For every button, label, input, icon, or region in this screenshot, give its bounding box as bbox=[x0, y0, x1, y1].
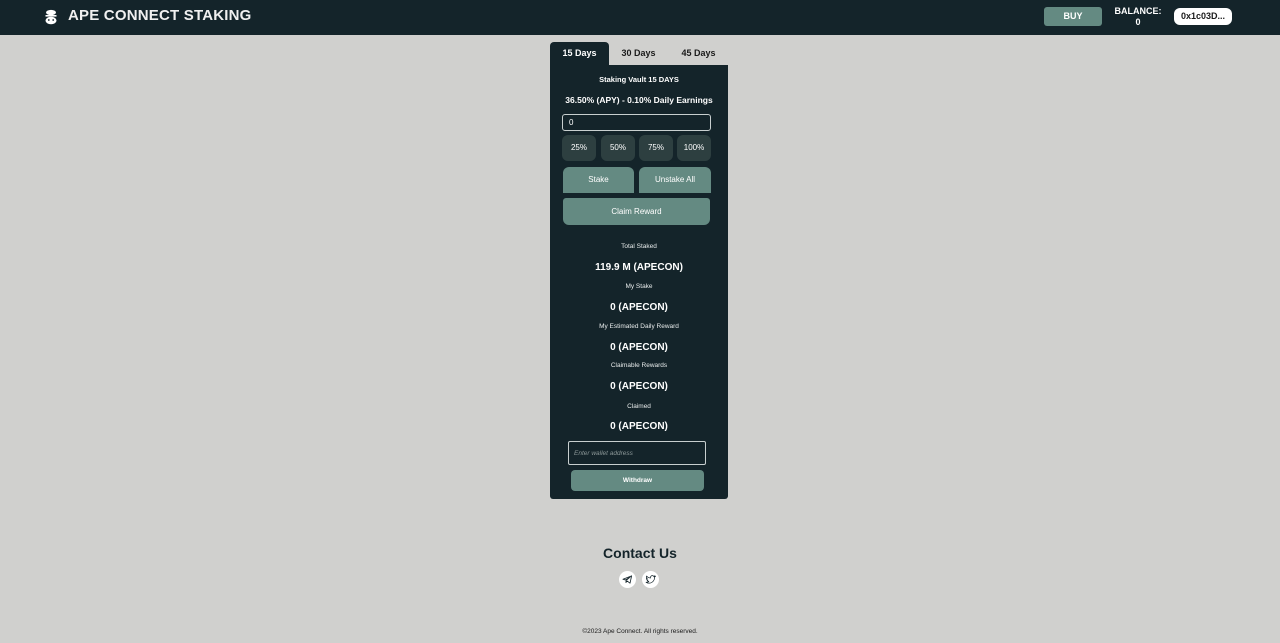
vault-title: Staking Vault 15 DAYS bbox=[599, 75, 679, 84]
total-staked-label: Total Staked bbox=[621, 243, 657, 250]
wallet-address-input[interactable] bbox=[568, 441, 706, 465]
brand-title: APE CONNECT STAKING bbox=[68, 7, 252, 24]
tab-45-days[interactable]: 45 Days bbox=[669, 42, 728, 65]
tab-15-days[interactable]: 15 Days bbox=[550, 42, 609, 65]
telegram-icon bbox=[622, 575, 633, 584]
my-stake-value: 0 (APECON) bbox=[610, 302, 668, 313]
balance-display: BALANCE: 0 bbox=[1114, 6, 1162, 28]
claimed-label: Claimed bbox=[627, 403, 651, 410]
telegram-link[interactable] bbox=[619, 571, 636, 588]
top-navbar: APE CONNECT STAKING BUY BALANCE: 0 0x1c0… bbox=[0, 0, 1280, 35]
staking-vault-card: Staking Vault 15 DAYS 36.50% (APY) - 0.1… bbox=[550, 65, 728, 499]
percent-25-button[interactable]: 25% bbox=[562, 135, 596, 161]
tab-30-days[interactable]: 30 Days bbox=[609, 42, 668, 65]
claimed-value: 0 (APECON) bbox=[610, 421, 668, 432]
claimable-rewards-value: 0 (APECON) bbox=[610, 381, 668, 392]
wallet-address-button[interactable]: 0x1c03D... bbox=[1174, 8, 1232, 25]
withdraw-button[interactable]: Withdraw bbox=[571, 470, 704, 491]
daily-reward-label: My Estimated Daily Reward bbox=[599, 323, 679, 330]
percent-75-button[interactable]: 75% bbox=[639, 135, 673, 161]
unstake-all-button[interactable]: Unstake All bbox=[639, 167, 711, 193]
stake-button[interactable]: Stake bbox=[563, 167, 634, 193]
ape-logo-icon bbox=[45, 9, 57, 25]
balance-value: 0 bbox=[1135, 17, 1141, 27]
percent-50-button[interactable]: 50% bbox=[601, 135, 635, 161]
percent-100-button[interactable]: 100% bbox=[677, 135, 711, 161]
daily-reward-value: 0 (APECON) bbox=[610, 342, 668, 353]
apy-text: 36.50% (APY) - 0.10% Daily Earnings bbox=[565, 95, 713, 105]
contact-us-title: Contact Us bbox=[603, 545, 677, 561]
stake-amount-input[interactable] bbox=[562, 114, 711, 131]
twitter-link[interactable] bbox=[642, 571, 659, 588]
buy-button[interactable]: BUY bbox=[1044, 7, 1102, 26]
claim-reward-button[interactable]: Claim Reward bbox=[563, 198, 710, 225]
total-staked-value: 119.9 M (APECON) bbox=[595, 262, 683, 273]
claimable-rewards-label: Claimable Rewards bbox=[610, 362, 668, 369]
copyright-text: ©2023 Ape Connect. All rights reserved. bbox=[582, 628, 698, 635]
balance-label: BALANCE: bbox=[1114, 6, 1162, 16]
twitter-icon bbox=[645, 575, 656, 584]
my-stake-label: My Stake bbox=[625, 283, 653, 290]
